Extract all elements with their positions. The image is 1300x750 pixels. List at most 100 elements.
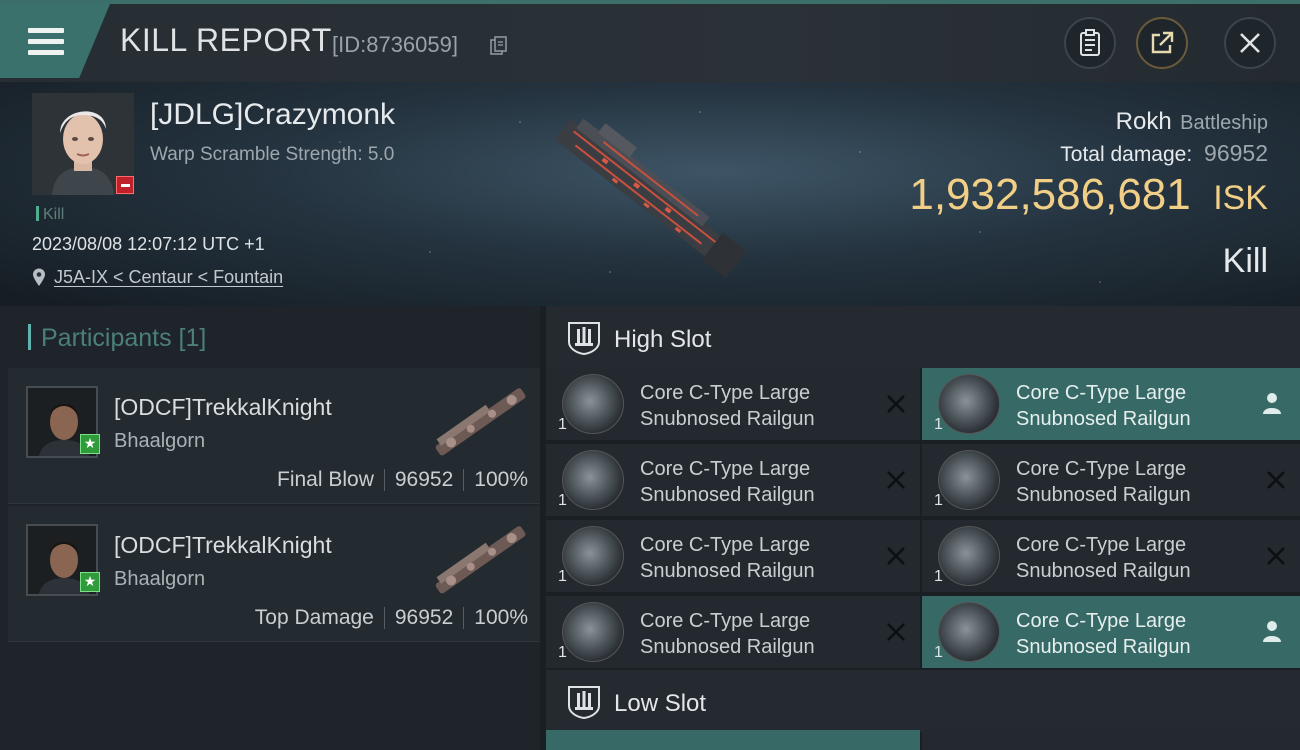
share-button[interactable] bbox=[1136, 17, 1188, 69]
victim-name[interactable]: [JDLG]Crazymonk bbox=[150, 98, 395, 132]
fitting-panel: High Slot 1 Core C-Type Large Snubnosed Ra… bbox=[540, 306, 1300, 750]
participant-damage: 96952 bbox=[394, 606, 454, 629]
participant-percent: 100% bbox=[474, 606, 528, 629]
victim-panel: [JDLG]Crazymonk Warp Scramble Strength: … bbox=[0, 82, 1300, 306]
participants-panel: Participants [1] ★ [ODCF]TrekkalKnight B… bbox=[0, 306, 540, 750]
module-name-line2: Snubnosed Railgun bbox=[640, 484, 815, 506]
module-name-line1: Core C-Type Large bbox=[1016, 534, 1187, 556]
destroyed-x-icon bbox=[1267, 471, 1285, 489]
high-slot-module[interactable]: 1 Core C-Type Large Snubnosed Railgun bbox=[546, 444, 920, 516]
participant-ship-image[interactable] bbox=[424, 378, 536, 464]
high-slot-module[interactable]: 1 Core C-Type Large Snubnosed Railgun bbox=[922, 368, 1300, 440]
railgun-icon bbox=[938, 374, 1000, 434]
low-slot-module[interactable] bbox=[922, 730, 1300, 750]
module-name-line1: Core C-Type Large bbox=[1016, 382, 1187, 404]
participant-role: Final Blow bbox=[277, 468, 374, 491]
low-slot-module[interactable] bbox=[546, 730, 920, 750]
participant-row[interactable]: ★ [ODCF]TrekkalKnight Bhaalgorn Top Dama… bbox=[8, 506, 540, 642]
participant-ship-image[interactable] bbox=[424, 516, 536, 602]
high-slot-module[interactable]: 1 Core C-Type Large Snubnosed Railgun bbox=[546, 368, 920, 440]
module-name-line1: Core C-Type Large bbox=[640, 610, 811, 632]
standing-star-icon: ★ bbox=[80, 434, 100, 454]
menu-button[interactable] bbox=[0, 4, 110, 78]
railgun-icon bbox=[562, 526, 624, 586]
module-quantity: 1 bbox=[934, 568, 943, 585]
copy-icon[interactable] bbox=[490, 36, 508, 56]
module-name: Core C-Type Large Snubnosed Railgun bbox=[1016, 456, 1191, 508]
module-name: Core C-Type Large Snubnosed Railgun bbox=[640, 608, 815, 660]
participant-name[interactable]: [ODCF]TrekkalKnight bbox=[114, 532, 332, 559]
railgun-icon bbox=[562, 450, 624, 510]
participant-ship: Bhaalgorn bbox=[114, 430, 206, 452]
module-name-line2: Snubnosed Railgun bbox=[1016, 484, 1191, 506]
module-name-line2: Snubnosed Railgun bbox=[1016, 408, 1191, 430]
module-quantity: 1 bbox=[558, 568, 567, 585]
module-quantity: 1 bbox=[934, 492, 943, 509]
menu-icon bbox=[28, 28, 64, 56]
participant-percent: 100% bbox=[474, 468, 528, 491]
module-name-line1: Core C-Type Large bbox=[640, 382, 811, 404]
destroyed-x-icon bbox=[887, 395, 905, 413]
participant-row[interactable]: ★ [ODCF]TrekkalKnight Bhaalgorn Final Bl… bbox=[8, 368, 540, 504]
participant-role: Top Damage bbox=[254, 606, 374, 629]
module-quantity: 1 bbox=[558, 644, 567, 661]
ship-class: Battleship bbox=[1180, 112, 1268, 134]
share-icon bbox=[1151, 31, 1174, 54]
module-name: Core C-Type Large Snubnosed Railgun bbox=[1016, 532, 1191, 584]
hostile-status-badge bbox=[116, 176, 134, 194]
dropped-person-icon bbox=[1263, 393, 1281, 414]
ship-name[interactable]: Rokh bbox=[1116, 108, 1172, 135]
participant-damage: 96952 bbox=[394, 468, 454, 491]
low-slot-icon bbox=[568, 686, 600, 720]
participant-name[interactable]: [ODCF]TrekkalKnight bbox=[114, 394, 332, 421]
standing-star-icon: ★ bbox=[80, 572, 100, 592]
module-name: Core C-Type Large Snubnosed Railgun bbox=[640, 532, 815, 584]
railgun-icon bbox=[562, 602, 624, 662]
high-slot-module[interactable]: 1 Core C-Type Large Snubnosed Railgun bbox=[546, 520, 920, 592]
clipboard-button[interactable] bbox=[1064, 17, 1116, 69]
isk-currency: ISK bbox=[1213, 179, 1268, 217]
top-bar: KILL REPORT [ID:8736059] bbox=[0, 0, 1300, 82]
high-slot-module[interactable]: 1 Core C-Type Large Snubnosed Railgun bbox=[546, 596, 920, 668]
destroyed-x-icon bbox=[887, 471, 905, 489]
close-icon bbox=[1240, 33, 1260, 53]
participant-stats: Top Damage 96952 100% bbox=[255, 606, 528, 630]
low-slot-title: Low Slot bbox=[614, 690, 707, 717]
kill-datetime: 2023/08/08 12:07:12 UTC +1 bbox=[32, 234, 265, 254]
victim-ship-image[interactable] bbox=[530, 106, 770, 286]
total-damage-value: 96952 bbox=[1204, 140, 1268, 166]
high-slot-icon bbox=[568, 322, 600, 356]
location-link[interactable]: J5A-IX < Centaur < Fountain bbox=[54, 267, 283, 287]
kill-location[interactable]: J5A-IX < Centaur < Fountain bbox=[32, 267, 283, 288]
isk-value: 1,932,586,681 ISK bbox=[909, 170, 1268, 220]
total-damage: Total damage: 96952 bbox=[1060, 140, 1268, 167]
railgun-icon bbox=[938, 602, 1000, 662]
high-slot-module[interactable]: 1 Core C-Type Large Snubnosed Railgun bbox=[922, 520, 1300, 592]
warp-scramble-strength: Warp Scramble Strength: 5.0 bbox=[150, 144, 395, 165]
clipboard-icon bbox=[1080, 29, 1100, 56]
module-name-line2: Snubnosed Railgun bbox=[1016, 636, 1191, 658]
module-quantity: 1 bbox=[558, 492, 567, 509]
railgun-icon bbox=[938, 526, 1000, 586]
destroyed-x-icon bbox=[887, 623, 905, 641]
high-slot-module[interactable]: 1 Core C-Type Large Snubnosed Railgun bbox=[922, 596, 1300, 668]
report-result: Kill bbox=[1222, 242, 1268, 280]
location-pin-icon bbox=[33, 268, 45, 286]
low-slot-header: Low Slot bbox=[546, 670, 1300, 732]
module-name: Core C-Type Large Snubnosed Railgun bbox=[640, 456, 815, 508]
railgun-icon bbox=[938, 450, 1000, 510]
module-name: Core C-Type Large Snubnosed Railgun bbox=[1016, 380, 1191, 432]
isk-amount: 1,932,586,681 bbox=[909, 170, 1191, 219]
module-name-line1: Core C-Type Large bbox=[1016, 610, 1187, 632]
victim-ship-type: Rokh Battleship bbox=[1116, 108, 1268, 136]
participant-ship: Bhaalgorn bbox=[114, 568, 206, 590]
high-slot-module[interactable]: 1 Core C-Type Large Snubnosed Railgun bbox=[922, 444, 1300, 516]
close-button[interactable] bbox=[1224, 17, 1276, 69]
module-name-line2: Snubnosed Railgun bbox=[640, 560, 815, 582]
high-slot-header: High Slot bbox=[546, 306, 1300, 368]
module-quantity: 1 bbox=[934, 416, 943, 433]
page-title: KILL REPORT bbox=[120, 22, 332, 58]
module-name-line2: Snubnosed Railgun bbox=[640, 636, 815, 658]
kill-tag: Kill bbox=[36, 206, 64, 224]
dropped-person-icon bbox=[1263, 621, 1281, 642]
